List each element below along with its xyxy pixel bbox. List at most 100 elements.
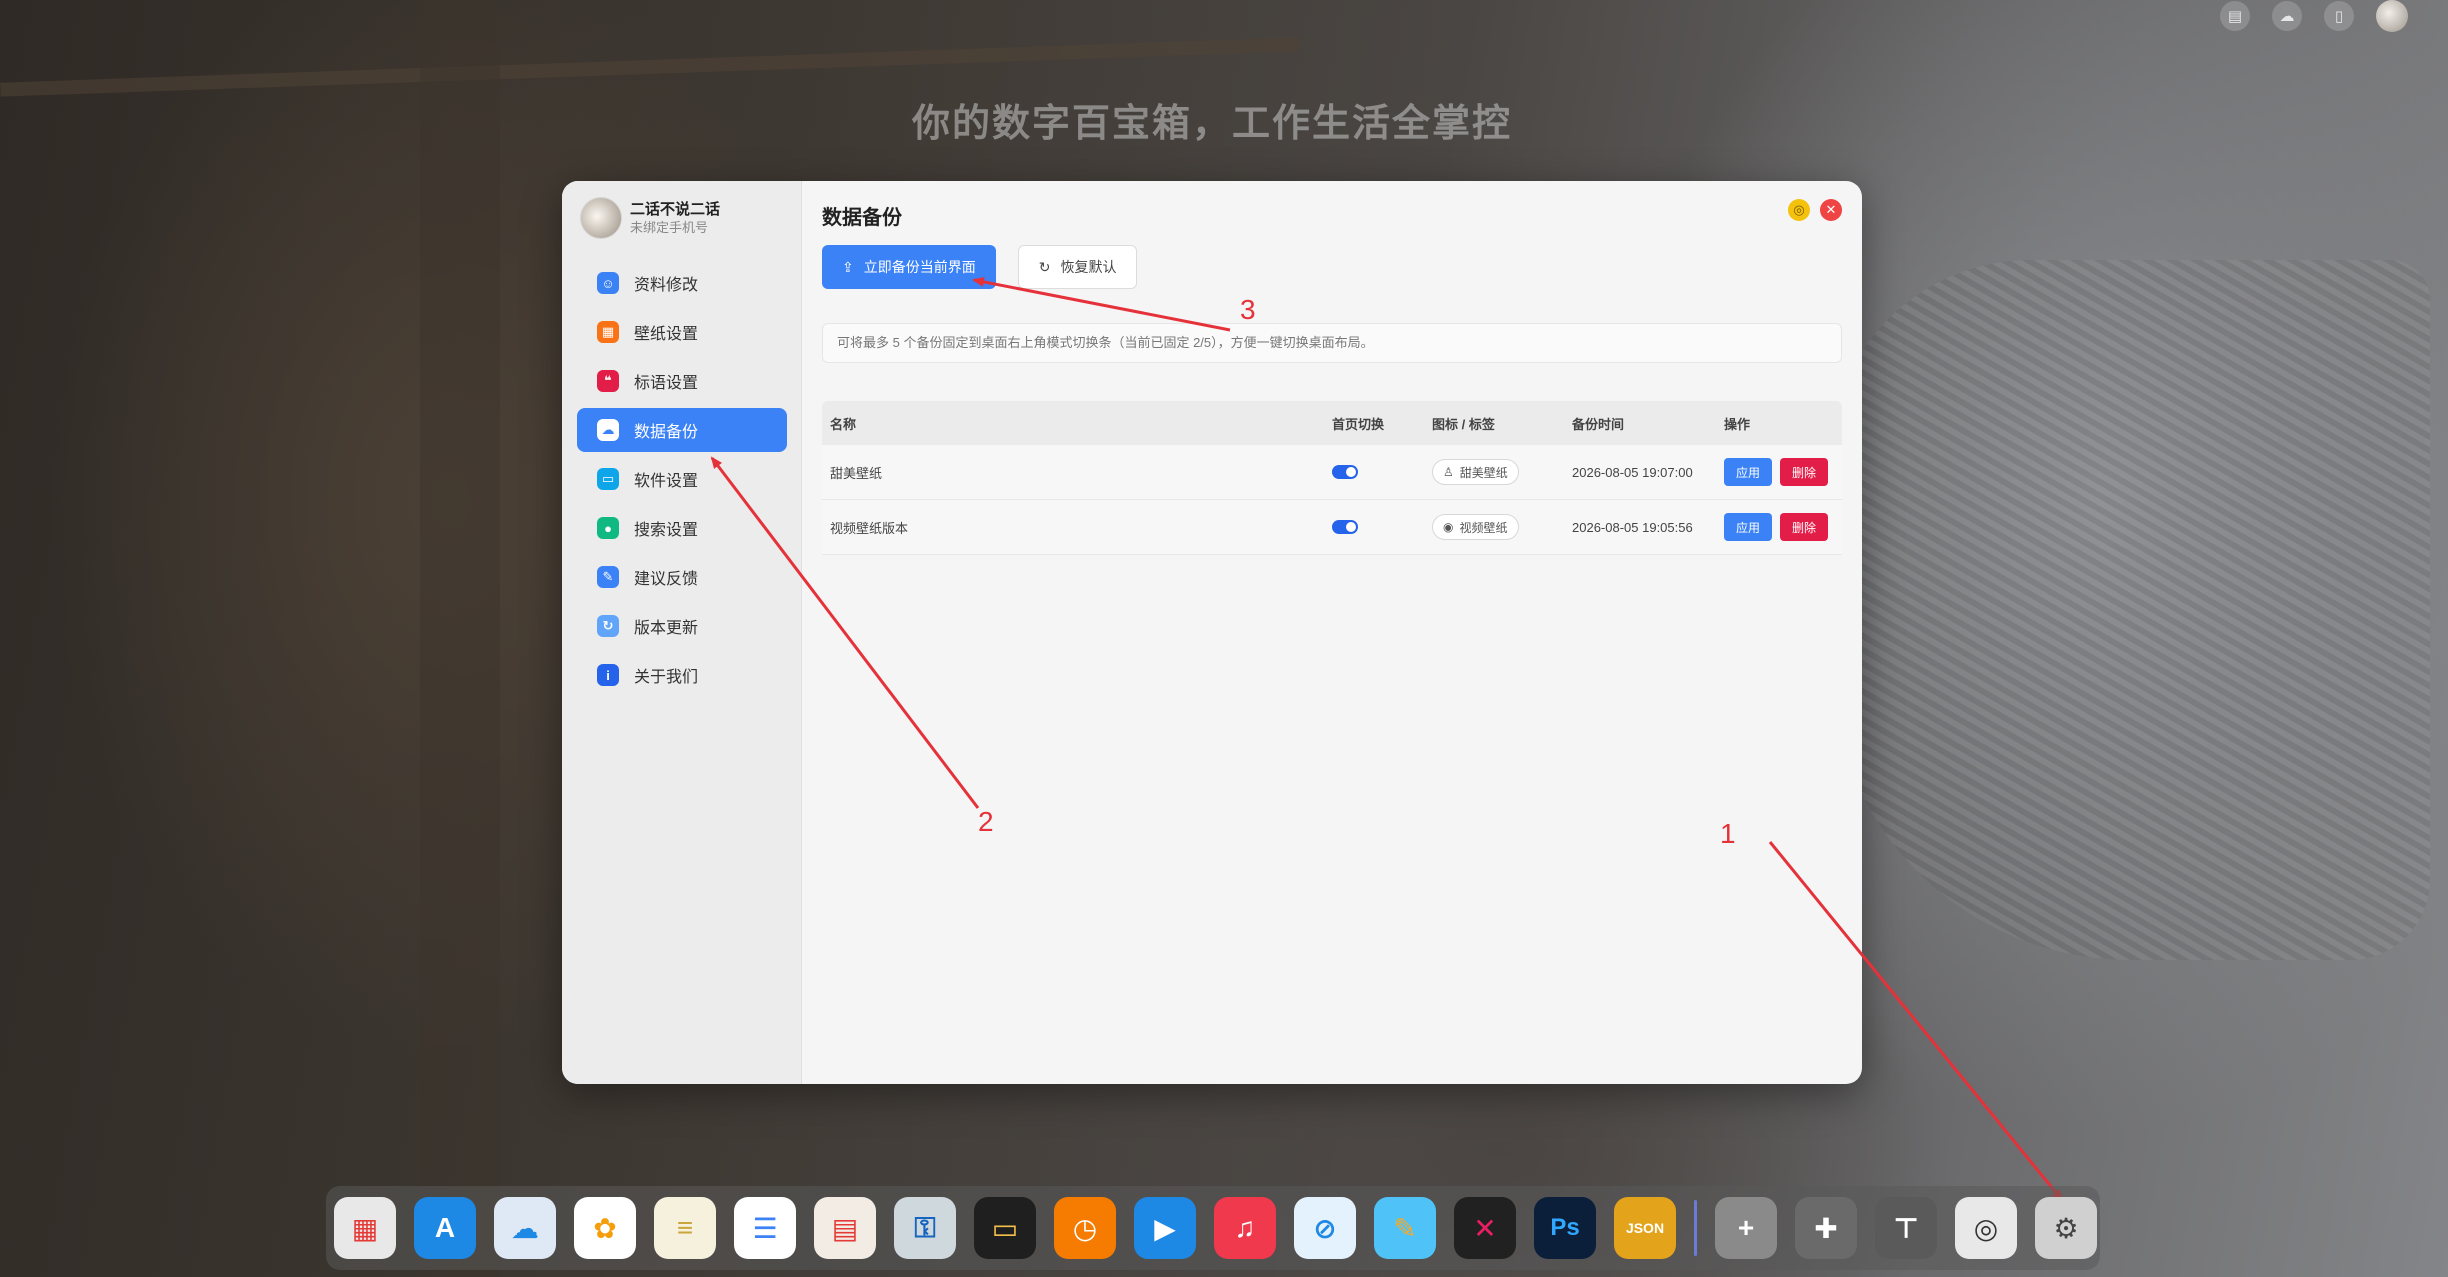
icloud-icon[interactable]: ☁ bbox=[494, 1197, 556, 1259]
sidebar-item-profile[interactable]: ☺ 资料修改 bbox=[577, 261, 787, 305]
monitor-icon: ▭ bbox=[597, 468, 619, 490]
sidebar-item-update[interactable]: ↻ 版本更新 bbox=[577, 604, 787, 648]
sidebar-item-search[interactable]: ● 搜索设置 bbox=[577, 506, 787, 550]
sidebar-item-about[interactable]: i 关于我们 bbox=[577, 653, 787, 697]
avatar[interactable] bbox=[580, 197, 622, 239]
profile-subtitle: 未绑定手机号 bbox=[630, 220, 709, 235]
layout-mode-icon[interactable]: ▤ bbox=[2220, 1, 2250, 31]
minimize-icon: ◎ bbox=[1793, 202, 1805, 217]
profile-name: 二话不说二话 bbox=[630, 201, 721, 218]
camera-settings-icon[interactable]: ◎ bbox=[1955, 1197, 2017, 1259]
cloud-icon: ☁ bbox=[597, 419, 619, 441]
backup-now-label: 立即备份当前界面 bbox=[863, 259, 976, 275]
settings-sidebar: 二话不说二话 未绑定手机号 ☺ 资料修改 ▦ 壁纸设置 ❝ 标语设置 ☁ 数据备… bbox=[562, 181, 802, 1084]
home-switch-toggle[interactable] bbox=[1332, 465, 1358, 479]
restore-default-label: 恢复默认 bbox=[1060, 259, 1117, 275]
camera-icon: ◉ bbox=[1443, 520, 1454, 534]
pencil-icon[interactable]: ✎ bbox=[1374, 1197, 1436, 1259]
music-icon[interactable]: ♫ bbox=[1214, 1197, 1276, 1259]
sidebar-item-backup[interactable]: ☁ 数据备份 bbox=[577, 408, 787, 452]
search-icon: ● bbox=[597, 517, 619, 539]
add-icon[interactable]: + bbox=[1715, 1197, 1777, 1259]
backup-tag-label: 甜美壁纸 bbox=[1459, 465, 1508, 480]
sidebar-item-software[interactable]: ▭ 软件设置 bbox=[577, 457, 787, 501]
desktop-slogan: 你的数字百宝箱，工作生活全掌控 bbox=[911, 103, 1512, 145]
calendar-icon[interactable]: ▤ bbox=[814, 1197, 876, 1259]
column-header-toggle: 首页切换 bbox=[1332, 416, 1385, 432]
settings-icon[interactable]: ⚙ bbox=[2035, 1197, 2097, 1259]
feedback-icon: ✎ bbox=[597, 566, 619, 588]
apply-button[interactable]: 应用 bbox=[1724, 458, 1773, 486]
safari-icon[interactable]: ⊘ bbox=[1294, 1197, 1356, 1259]
play-icon[interactable]: ▶ bbox=[1134, 1197, 1196, 1259]
wallet-icon[interactable]: ▭ bbox=[974, 1197, 1036, 1259]
cloud-icon[interactable]: ☁ bbox=[2272, 1, 2302, 31]
json-icon[interactable]: JSON bbox=[1614, 1197, 1676, 1259]
code-icon[interactable]: ✕ bbox=[1454, 1197, 1516, 1259]
close-button[interactable]: ✕ bbox=[1820, 199, 1842, 221]
sidebar-toggle-icon[interactable]: ▯ bbox=[2324, 1, 2354, 31]
backup-now-button[interactable]: ⇪ 立即备份当前界面 bbox=[822, 245, 996, 289]
keychain-icon[interactable]: ⚿ bbox=[894, 1197, 956, 1259]
column-header-tag: 图标 / 标签 bbox=[1432, 416, 1495, 432]
sidebar-item-label: 壁纸设置 bbox=[634, 326, 699, 343]
sidebar-item-label: 关于我们 bbox=[634, 669, 699, 686]
table-header: 名称 首页切换 图标 / 标签 备份时间 操作 bbox=[822, 401, 1842, 445]
reminders-icon[interactable]: ☰ bbox=[734, 1197, 796, 1259]
photos-icon[interactable]: ✿ bbox=[574, 1197, 636, 1259]
launchpad-icon[interactable]: ▦ bbox=[334, 1197, 396, 1259]
clock-icon[interactable]: ◷ bbox=[1054, 1197, 1116, 1259]
column-header-ops: 操作 bbox=[1724, 416, 1751, 432]
sidebar-item-label: 数据备份 bbox=[634, 424, 699, 441]
backup-name: 甜美壁纸 bbox=[830, 465, 883, 481]
app-store-icon[interactable]: A bbox=[414, 1197, 476, 1259]
backup-tag-label: 视频壁纸 bbox=[1459, 520, 1508, 535]
photoshop-icon[interactable]: Ps bbox=[1534, 1197, 1596, 1259]
window-controls: ◎ ✕ bbox=[1788, 199, 1842, 221]
quote-icon: ❝ bbox=[597, 370, 619, 392]
user-avatar[interactable] bbox=[2376, 0, 2408, 32]
upload-icon: ⇪ bbox=[842, 258, 854, 275]
sidebar-item-feedback[interactable]: ✎ 建议反馈 bbox=[577, 555, 787, 599]
settings-nav: ☺ 资料修改 ▦ 壁纸设置 ❝ 标语设置 ☁ 数据备份 ▭ 软件设置 ● 搜索设… bbox=[577, 261, 787, 702]
puzzle-icon[interactable]: ✚ bbox=[1795, 1197, 1857, 1259]
backup-table: 名称 首页切换 图标 / 标签 备份时间 操作 甜美壁纸 ♙ 甜美壁纸 2026… bbox=[822, 401, 1842, 555]
sidebar-item-wallpaper[interactable]: ▦ 壁纸设置 bbox=[577, 310, 787, 354]
user-card-icon: ☺ bbox=[597, 272, 619, 294]
restore-default-button[interactable]: ↻ 恢复默认 bbox=[1017, 245, 1138, 289]
background-post bbox=[420, 0, 500, 1277]
column-header-name: 名称 bbox=[830, 416, 857, 432]
annotation-label-2: 2 bbox=[978, 806, 994, 837]
sidebar-item-label: 资料修改 bbox=[634, 277, 699, 294]
notes-icon[interactable]: ≡ bbox=[654, 1197, 716, 1259]
backup-panel: 数据备份 ◎ ✕ ⇪ 立即备份当前界面 ↻ 恢复默认 可将最多 5 个备份固定到… bbox=[822, 181, 1842, 1084]
info-icon: i bbox=[597, 664, 619, 686]
profile-card[interactable]: 二话不说二话 未绑定手机号 bbox=[580, 197, 720, 239]
sidebar-item-slogan[interactable]: ❝ 标语设置 bbox=[577, 359, 787, 403]
background-rail bbox=[0, 37, 1300, 97]
backup-notice: 可将最多 5 个备份固定到桌面右上角模式切换条（当前已固定 2/5），方便一键切… bbox=[822, 323, 1842, 363]
dock: ▦ A ☁ ✿ ≡ ☰ ▤ ⚿ ▭ ◷ ▶ ♫ ⊘ ✎ ✕ Ps JSON + … bbox=[326, 1186, 2100, 1270]
close-icon: ✕ bbox=[1825, 202, 1837, 217]
wallpaper-icon: ▦ bbox=[597, 321, 619, 343]
delete-button[interactable]: 删除 bbox=[1780, 513, 1829, 541]
column-header-time: 备份时间 bbox=[1572, 416, 1625, 432]
table-row: 甜美壁纸 ♙ 甜美壁纸 2026-08-05 19:07:00 应用 删除 bbox=[822, 445, 1842, 500]
apply-button[interactable]: 应用 bbox=[1724, 513, 1773, 541]
annotation-label-1: 1 bbox=[1720, 818, 1736, 849]
top-status-bar: ▤ ☁ ▯ bbox=[2220, 0, 2408, 32]
sidebar-item-label: 建议反馈 bbox=[634, 571, 699, 588]
backup-tag[interactable]: ◉ 视频壁纸 bbox=[1432, 514, 1519, 540]
backup-name: 视频壁纸版本 bbox=[830, 520, 909, 536]
backup-tag[interactable]: ♙ 甜美壁纸 bbox=[1432, 459, 1519, 485]
background-pattern bbox=[1830, 260, 2430, 960]
page-title: 数据备份 bbox=[822, 207, 902, 229]
home-switch-toggle[interactable] bbox=[1332, 520, 1358, 534]
sidebar-item-label: 软件设置 bbox=[634, 473, 699, 490]
person-icon: ♙ bbox=[1443, 465, 1454, 479]
dock-separator bbox=[1694, 1200, 1697, 1256]
delete-button[interactable]: 删除 bbox=[1780, 458, 1829, 486]
brush-icon[interactable]: ⊤ bbox=[1875, 1197, 1937, 1259]
minimize-button[interactable]: ◎ bbox=[1788, 199, 1810, 221]
sidebar-item-label: 搜索设置 bbox=[634, 522, 699, 539]
